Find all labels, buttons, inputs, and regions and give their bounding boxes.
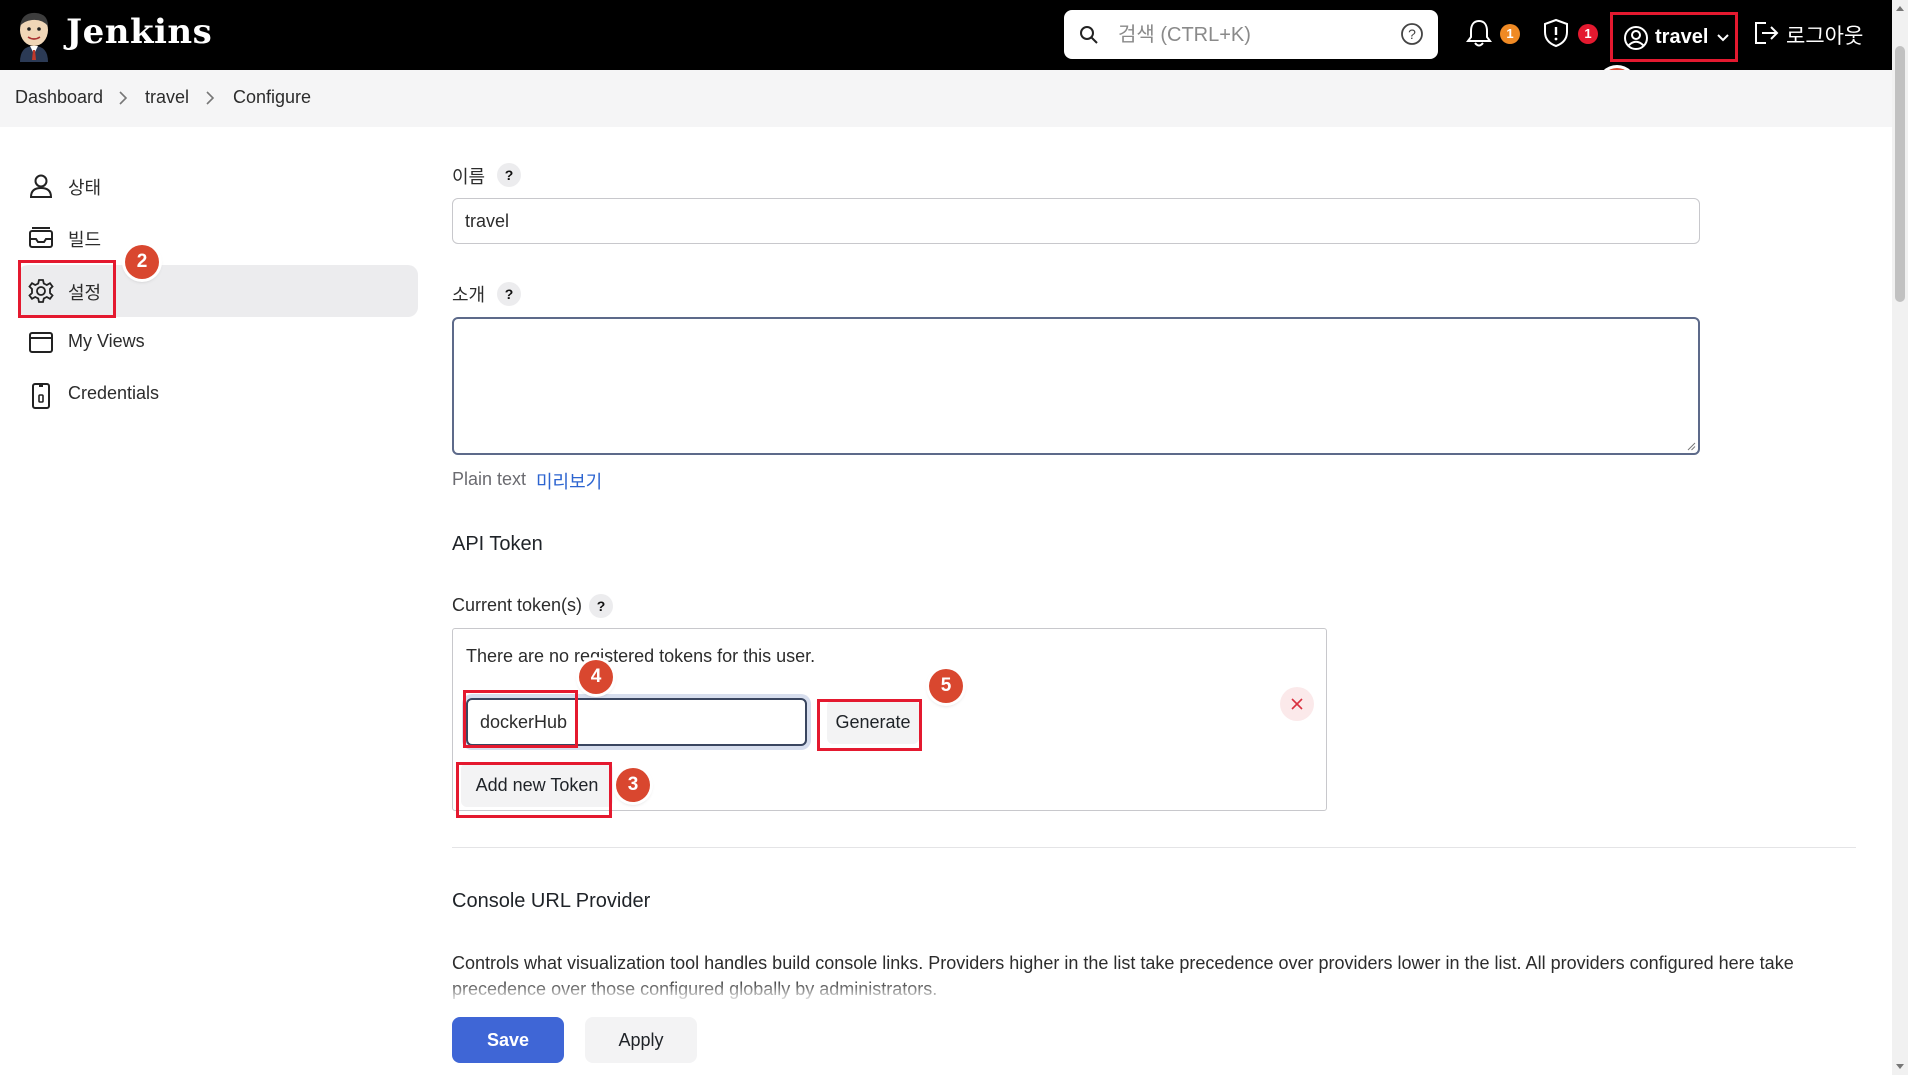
jenkins-logo-icon[interactable]: [14, 10, 54, 62]
builds-icon: [29, 227, 53, 248]
name-input[interactable]: [452, 198, 1700, 244]
step-marker-4: 4: [579, 660, 613, 694]
section-divider: [452, 847, 1856, 848]
close-icon: [1291, 698, 1303, 710]
chevron-right-icon: [119, 91, 128, 105]
apply-button[interactable]: Apply: [585, 1017, 697, 1063]
preview-link[interactable]: 미리보기: [536, 468, 602, 494]
chevron-right-icon: [206, 91, 215, 105]
person-icon: [29, 174, 53, 198]
sidebar-item-label: 상태: [68, 178, 102, 198]
user-name: travel: [1655, 26, 1709, 48]
description-help-button[interactable]: ?: [497, 282, 521, 306]
sidebar-item-builds[interactable]: 빌드: [18, 212, 418, 264]
name-help-button[interactable]: ?: [497, 163, 521, 187]
search-input[interactable]: [1116, 18, 1390, 52]
svg-text:?: ?: [1408, 26, 1416, 42]
scrollbar[interactable]: [1892, 0, 1908, 1075]
highlight-token-name: [463, 690, 578, 748]
chevron-down-icon: [1717, 34, 1729, 42]
sidebar-item-label: My Views: [68, 331, 145, 351]
sidebar-item-label: Credentials: [68, 383, 160, 403]
tokens-help-button[interactable]: ?: [589, 594, 613, 618]
description-textarea[interactable]: [452, 317, 1700, 455]
bell-icon[interactable]: [1465, 18, 1493, 48]
scroll-down-icon[interactable]: [1895, 1063, 1905, 1071]
help-icon[interactable]: ?: [1400, 22, 1424, 46]
security-badge: 1: [1578, 24, 1598, 44]
description-label: 소개: [452, 285, 486, 305]
current-tokens-label: Current token(s): [452, 595, 583, 615]
search-icon: [1080, 26, 1098, 44]
console-url-description: Controls what visualization tool handles…: [452, 953, 1794, 999]
highlight-add-token: [456, 762, 612, 818]
highlight-generate: [817, 699, 922, 751]
api-token-title: API Token: [452, 533, 543, 555]
shield-icon[interactable]: [1542, 18, 1570, 48]
breadcrumb-dashboard[interactable]: Dashboard: [15, 87, 103, 108]
sidebar-item-my-views[interactable]: My Views: [18, 317, 418, 369]
console-url-title: Console URL Provider: [452, 890, 651, 912]
notification-badge: 1: [1500, 24, 1520, 44]
search-box[interactable]: ?: [1064, 10, 1438, 59]
highlight-settings: [18, 260, 116, 318]
sidebar-item-credentials[interactable]: Credentials: [18, 369, 418, 421]
no-tokens-message: There are no registered tokens for this …: [466, 646, 816, 666]
step-marker-3: 3: [616, 768, 650, 802]
window-icon: [29, 332, 53, 353]
breadcrumb-configure[interactable]: Configure: [233, 87, 311, 108]
scroll-up-icon[interactable]: [1895, 4, 1905, 12]
save-button[interactable]: Save: [452, 1017, 564, 1063]
bottom-action-bar: Save Apply: [0, 1000, 1892, 1075]
resize-handle-icon[interactable]: [1686, 441, 1696, 451]
step-marker-5: 5: [929, 669, 963, 703]
brand-title[interactable]: Jenkins: [66, 12, 212, 52]
breadcrumb-travel[interactable]: travel: [145, 87, 189, 108]
breadcrumb: Dashboard travel Configure: [0, 70, 1892, 127]
name-label: 이름: [452, 167, 486, 187]
user-menu-button[interactable]: travel: [1610, 12, 1738, 62]
step-marker-2: 2: [125, 245, 159, 279]
sidebar-item-label: 빌드: [68, 230, 102, 250]
plain-text-label: Plain text: [452, 469, 527, 489]
user-circle-icon: [1624, 26, 1648, 50]
logout-label: 로그아웃: [1786, 25, 1864, 48]
logout-icon: [1755, 22, 1779, 44]
sidebar-item-status[interactable]: 상태: [18, 160, 418, 212]
scrollbar-thumb[interactable]: [1895, 46, 1905, 302]
credentials-icon: [32, 383, 50, 409]
remove-token-button[interactable]: [1280, 687, 1314, 721]
top-header: Jenkins ? 1 1 travel: [0, 0, 1892, 70]
